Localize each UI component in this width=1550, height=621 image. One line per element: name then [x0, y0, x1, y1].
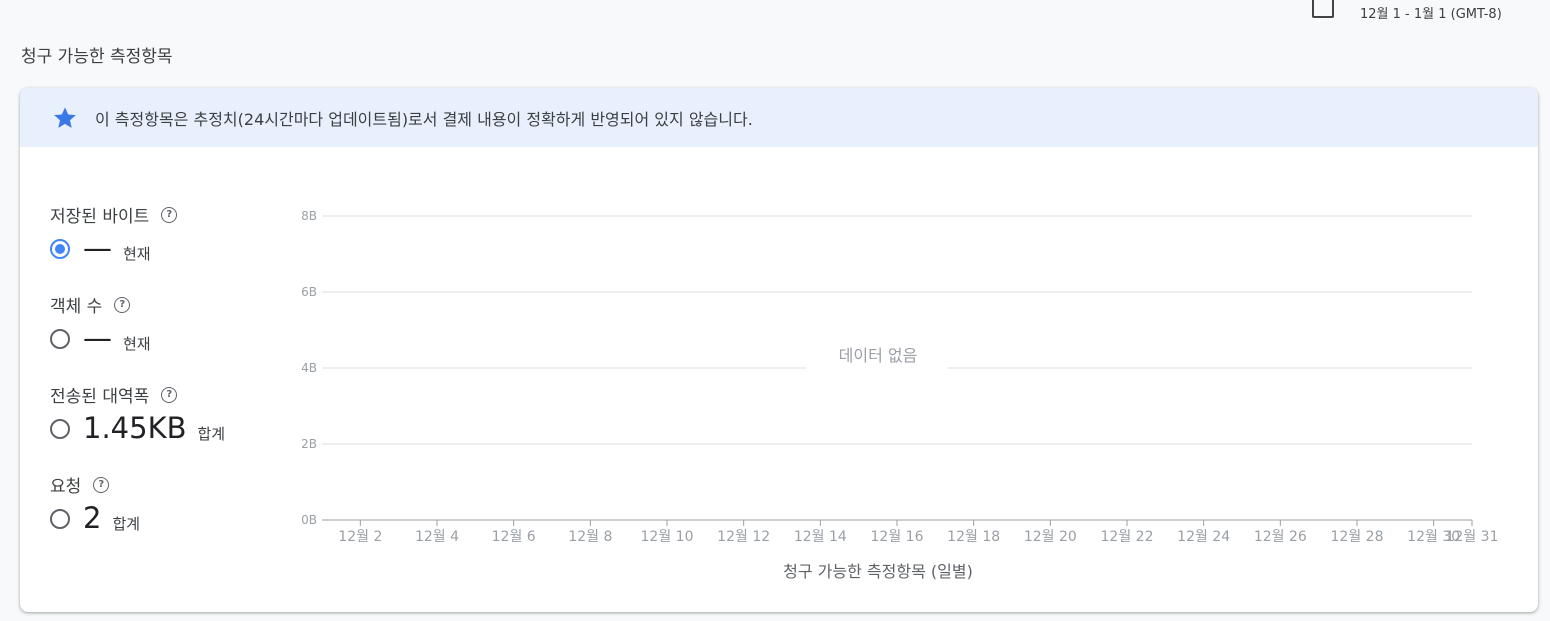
- x-tick-label: 12월 16: [871, 529, 924, 545]
- x-tick-label: 12월 14: [794, 529, 847, 545]
- y-tick-label: 8B: [301, 209, 317, 223]
- section-title: 청구 가능한 측정항목: [21, 47, 173, 67]
- x-axis-label: 청구 가능한 측정항목 (일별): [783, 562, 973, 581]
- x-tick-label: 12월 24: [1177, 529, 1230, 545]
- x-tick-label: 12월 4: [415, 529, 459, 545]
- y-tick-label: 0B: [301, 513, 317, 527]
- x-tick-label: 12월 20: [1024, 529, 1077, 545]
- x-tick-label: 12월 2: [338, 529, 382, 545]
- date-range-label: 12월 1 - 1월 1 (GMT-8): [1360, 6, 1502, 22]
- y-tick-label: 2B: [301, 437, 317, 451]
- y-tick-label: 4B: [301, 361, 317, 375]
- y-tick-label: 6B: [301, 285, 317, 299]
- x-tick-label: 12월 12: [717, 529, 770, 545]
- no-data-label: 데이터 없음: [839, 346, 918, 365]
- x-tick-label: 12월 10: [641, 529, 694, 545]
- billing-chart: 0B 2B 4B 6B 8B 12월 2 12월 4 12월 6 12월 8 12월 10 12월 …: [301, 209, 1499, 581]
- x-tick-label: 12월 6: [492, 529, 536, 545]
- date-range-picker[interactable]: 12월 1 - 1월 1 (GMT-8): [1312, 0, 1502, 22]
- x-tick-label: 12월 18: [947, 529, 1000, 545]
- billing-metrics-card: 이 측정항목은 추정치(24시간마다 업데이트됨)로서 결제 내용이 정확하게 …: [20, 88, 1538, 612]
- x-tick-label: 12월 22: [1101, 529, 1154, 545]
- calendar-icon: [1312, 0, 1334, 18]
- x-tick-label: 12월 26: [1254, 529, 1307, 545]
- x-tick-label: 12월 28: [1331, 529, 1384, 545]
- x-tick-label: 12월 31: [1446, 529, 1499, 545]
- x-tick-label: 12월 8: [568, 529, 612, 545]
